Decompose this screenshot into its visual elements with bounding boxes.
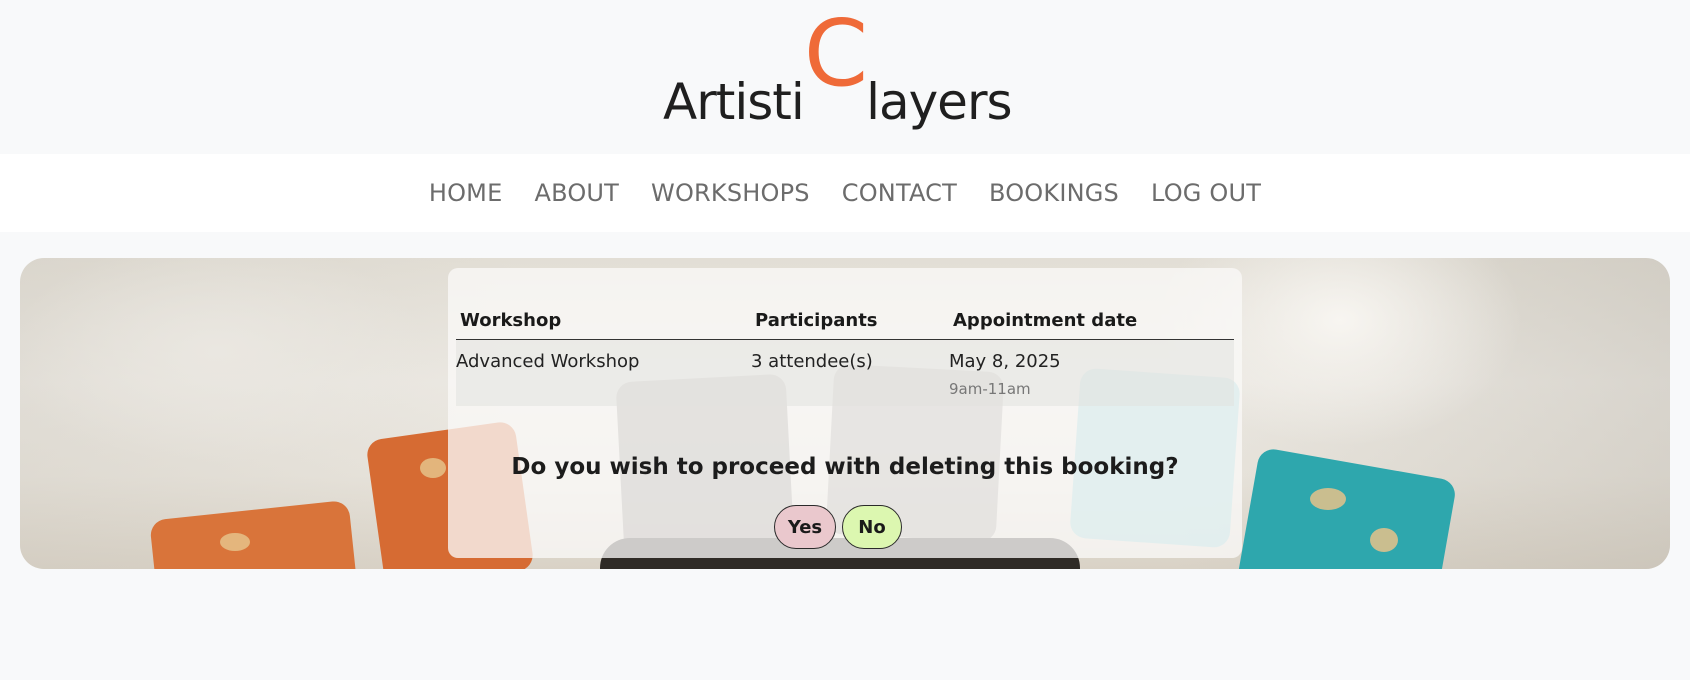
no-button[interactable]: No: [842, 505, 902, 549]
gold-fleck: [1310, 488, 1346, 510]
logo-big-letter: C: [803, 0, 868, 107]
nav-contact[interactable]: CONTACT: [842, 179, 957, 207]
cell-participants: 3 attendee(s): [751, 339, 949, 406]
nav-logout[interactable]: LOG OUT: [1151, 179, 1261, 207]
table-row: Advanced Workshop 3 attendee(s) May 8, 2…: [456, 339, 1234, 406]
nav-bookings[interactable]: BOOKINGS: [989, 179, 1119, 207]
logo-text-part2: layers: [866, 73, 1012, 131]
site-logo[interactable]: ArtistiClayers: [663, 8, 1013, 128]
yes-button[interactable]: Yes: [774, 505, 836, 549]
gold-fleck: [220, 533, 250, 551]
logo-text-part1: Artisti: [663, 73, 805, 131]
column-header-workshop: Workshop: [456, 310, 751, 340]
confirm-buttons: Yes No: [448, 505, 1242, 549]
table-header-row: Workshop Participants Appointment date: [456, 310, 1234, 340]
nav-home[interactable]: HOME: [429, 179, 503, 207]
booking-table: Workshop Participants Appointment date A…: [456, 310, 1234, 406]
cell-date: May 8, 2025 9am-11am: [949, 339, 1234, 406]
cell-workshop: Advanced Workshop: [456, 339, 751, 406]
column-header-participants: Participants: [751, 310, 949, 340]
main-nav: HOME ABOUT WORKSHOPS CONTACT BOOKINGS LO…: [0, 154, 1690, 232]
appointment-time: 9am-11am: [949, 380, 1031, 398]
logo-header: ArtistiClayers: [0, 0, 1690, 154]
confirm-question: Do you wish to proceed with deleting thi…: [511, 454, 1179, 480]
gold-fleck: [420, 458, 446, 478]
nav-about[interactable]: ABOUT: [534, 179, 619, 207]
gold-fleck: [1370, 528, 1398, 552]
appointment-date: May 8, 2025: [949, 351, 1061, 372]
nav-workshops[interactable]: WORKSHOPS: [651, 179, 810, 207]
booking-card: Workshop Participants Appointment date A…: [448, 268, 1242, 558]
column-header-date: Appointment date: [949, 310, 1234, 340]
